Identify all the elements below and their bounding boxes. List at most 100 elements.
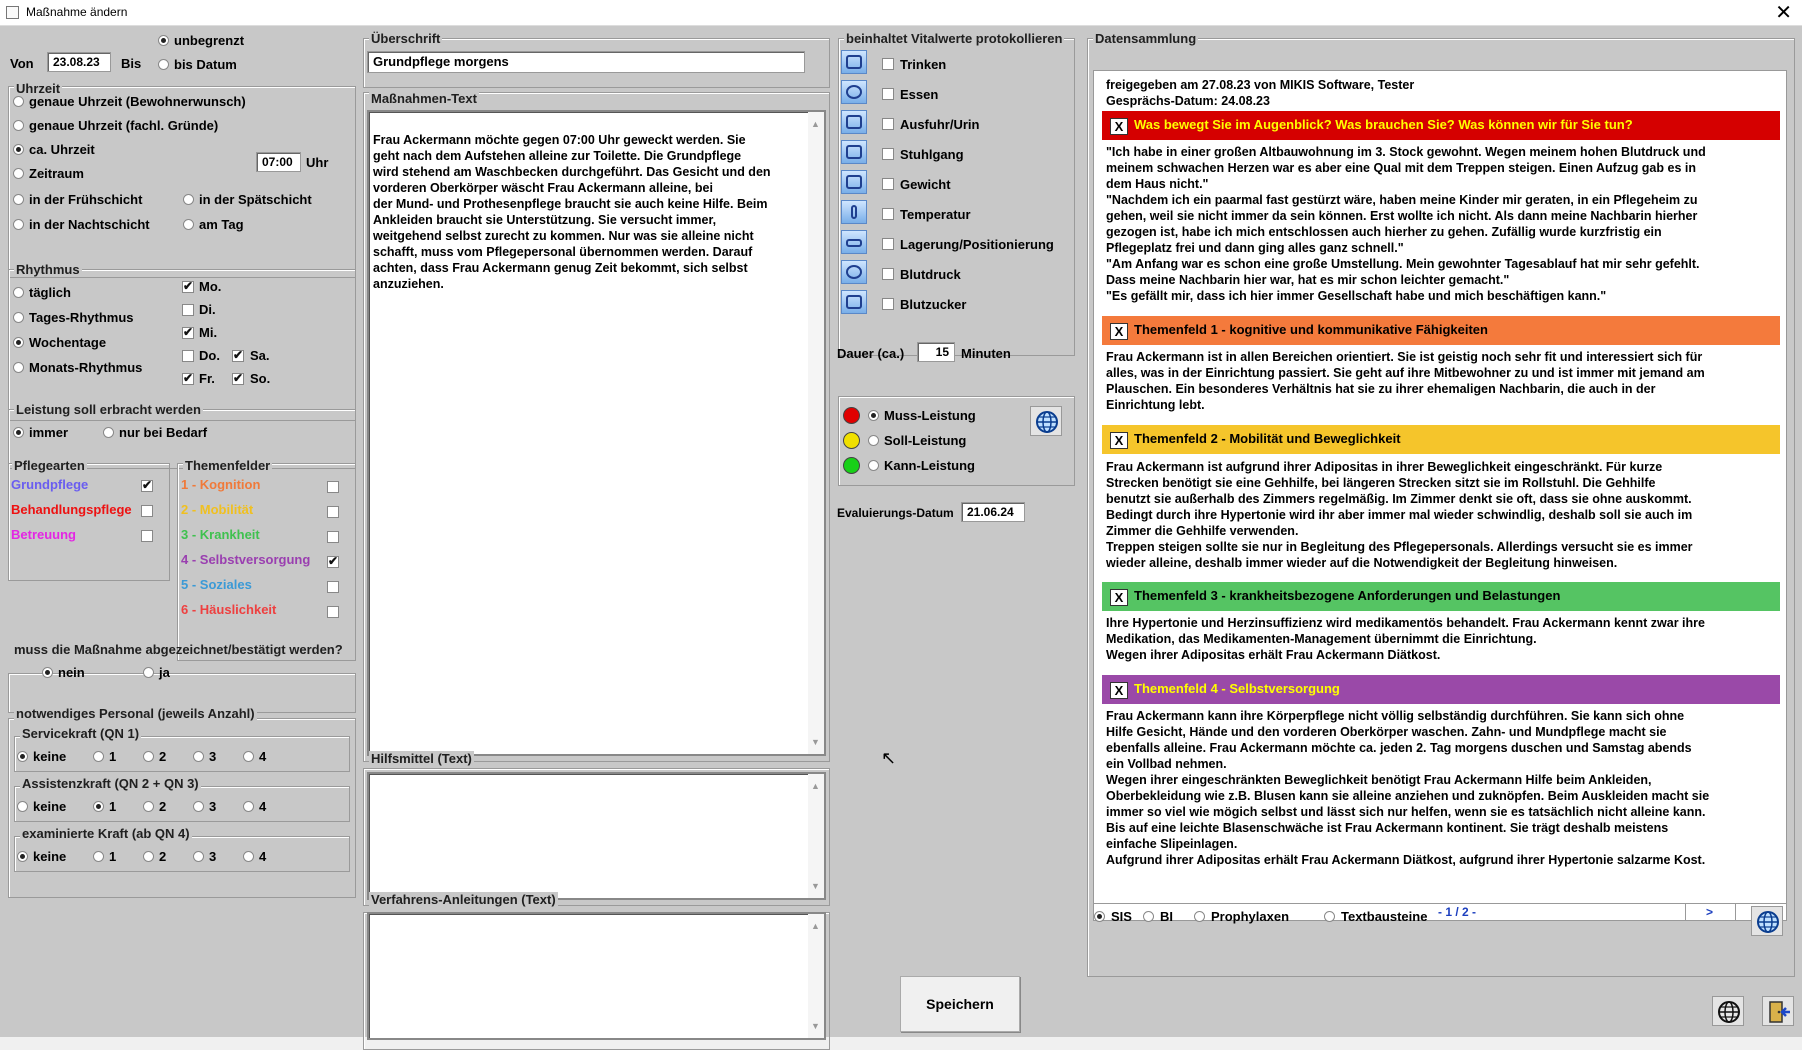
radio-bi[interactable]: [1143, 911, 1154, 922]
toilet-icon: [841, 110, 867, 134]
globe-icon[interactable]: [1751, 906, 1783, 936]
radio-assistenz-4[interactable]: [243, 801, 254, 812]
checkbox-blutdruck[interactable]: [882, 268, 894, 280]
radio-examiniert-1[interactable]: [93, 851, 104, 862]
radio-service-1[interactable]: [93, 751, 104, 762]
examiniert-title: examinierte Kraft (ab QN 4): [20, 826, 192, 841]
label-lagerung: Lagerung/Positionierung: [900, 237, 1054, 252]
remove-icon[interactable]: X: [1110, 323, 1128, 340]
radio-immer[interactable]: [13, 427, 24, 438]
globe-icon[interactable]: [1030, 406, 1062, 436]
label-nachtschicht: in der Nachtschicht: [29, 217, 150, 232]
checkbox-lagerung[interactable]: [882, 238, 894, 250]
massnahmen-scrollbar[interactable]: ▲ ▼: [808, 112, 824, 754]
checkbox-temperatur[interactable]: [882, 208, 894, 220]
radio-nachtschicht[interactable]: [13, 219, 24, 230]
checkbox-t1[interactable]: [327, 481, 339, 493]
radio-assistenz-keine[interactable]: [17, 801, 28, 812]
globe-icon[interactable]: [1712, 996, 1744, 1026]
checkbox-t4[interactable]: [327, 554, 339, 568]
ueberschrift-input[interactable]: Grundpflege morgens: [367, 51, 805, 73]
radio-prophylaxen[interactable]: [1194, 911, 1205, 922]
radio-service-2[interactable]: [143, 751, 154, 762]
radio-zeitraum[interactable]: [13, 168, 24, 179]
radio-assistenz-1[interactable]: [93, 801, 104, 812]
radio-muss[interactable]: [868, 410, 879, 421]
checkbox-grundpflege[interactable]: [141, 478, 153, 492]
checkbox-gewicht[interactable]: [882, 178, 894, 190]
checkbox-so[interactable]: [232, 371, 244, 385]
label-grundpflege: Grundpflege: [11, 477, 89, 492]
checkbox-t3[interactable]: [327, 531, 339, 543]
radio-examiniert-3[interactable]: [193, 851, 204, 862]
massnahmen-textarea[interactable]: Frau Ackermann möchte gegen 07:00 Uhr ge…: [367, 110, 826, 756]
radio-sis[interactable]: [1094, 911, 1105, 922]
time-field[interactable]: 07:00: [256, 152, 301, 172]
checkbox-do[interactable]: [182, 350, 194, 362]
von-date-field[interactable]: 23.08.23: [47, 52, 111, 72]
radio-spaetschicht[interactable]: [183, 194, 194, 205]
radio-fruehschicht[interactable]: [13, 194, 24, 205]
evaluierung-field[interactable]: 21.06.24: [961, 502, 1025, 522]
label-zeitraum: Zeitraum: [29, 166, 84, 181]
radio-examiniert-2[interactable]: [143, 851, 154, 862]
checkbox-behandlungspflege[interactable]: [141, 505, 153, 517]
close-icon[interactable]: ✕: [1775, 0, 1792, 25]
radio-ja[interactable]: [143, 667, 154, 678]
checkbox-t5[interactable]: [327, 581, 339, 593]
remove-icon[interactable]: X: [1110, 432, 1128, 449]
exit-door-icon[interactable]: [1762, 996, 1794, 1026]
checkbox-betreuung[interactable]: [141, 530, 153, 542]
themenfeld-4-text: Frau Ackermann kann ihre Körperpflege ni…: [1106, 709, 1710, 867]
checkbox-blutzucker[interactable]: [882, 298, 894, 310]
radio-textbausteine[interactable]: [1324, 911, 1335, 922]
radio-nur-bedarf[interactable]: [103, 427, 114, 438]
radio-examiniert-4[interactable]: [243, 851, 254, 862]
checkbox-mi[interactable]: [182, 325, 194, 339]
checkbox-mo[interactable]: [182, 279, 194, 293]
checkbox-ausfuhr[interactable]: [882, 118, 894, 130]
radio-service-4[interactable]: [243, 751, 254, 762]
checkbox-essen[interactable]: [882, 88, 894, 100]
dauer-field[interactable]: 15: [917, 342, 955, 362]
radio-bis-datum[interactable]: [158, 59, 169, 70]
radio-soll[interactable]: [868, 435, 879, 446]
radio-am-tag[interactable]: [183, 219, 194, 230]
checkbox-fr[interactable]: [182, 371, 194, 385]
checkbox-trinken[interactable]: [882, 58, 894, 70]
radio-tages-rhythmus[interactable]: [13, 312, 24, 323]
label-assistenz-3: 3: [209, 799, 217, 814]
checkbox-t2[interactable]: [327, 506, 339, 518]
radio-assistenz-2[interactable]: [143, 801, 154, 812]
radio-unbegrenzt[interactable]: [158, 35, 169, 46]
checkbox-sa[interactable]: [232, 348, 244, 362]
radio-service-3[interactable]: [193, 751, 204, 762]
hilfsmittel-textarea[interactable]: ▲ ▼: [367, 772, 826, 900]
radio-assistenz-3[interactable]: [193, 801, 204, 812]
label-sa: Sa.: [250, 348, 270, 363]
next-page-button[interactable]: >: [1706, 905, 1713, 919]
radio-wochentage[interactable]: [13, 337, 24, 348]
radio-monats-rhythmus[interactable]: [13, 362, 24, 373]
verfahren-scrollbar[interactable]: ▲ ▼: [808, 914, 824, 1038]
checkbox-stuhlgang[interactable]: [882, 148, 894, 160]
radio-ca-uhrzeit[interactable]: [13, 144, 24, 155]
save-button[interactable]: Speichern: [900, 976, 1020, 1032]
remove-icon[interactable]: X: [1110, 118, 1128, 135]
radio-genau-bewohner[interactable]: [13, 96, 24, 107]
radio-taeglich[interactable]: [13, 287, 24, 298]
checkbox-di[interactable]: [182, 304, 194, 316]
checkbox-t6[interactable]: [327, 606, 339, 618]
band-themenfeld-2: X Themenfeld 2 - Mobilität und Beweglich…: [1102, 425, 1780, 454]
remove-icon[interactable]: X: [1110, 589, 1128, 606]
radio-service-keine[interactable]: [17, 751, 28, 762]
radio-kann[interactable]: [868, 460, 879, 471]
verfahren-textarea[interactable]: ▲ ▼: [367, 912, 826, 1040]
remove-icon[interactable]: X: [1110, 682, 1128, 699]
radio-nein[interactable]: [42, 667, 53, 678]
gespraechsdatum-text: Gesprächs-Datum: 24.08.23: [1106, 94, 1270, 108]
radio-genau-fachlich[interactable]: [13, 120, 24, 131]
hilfsmittel-scrollbar[interactable]: ▲ ▼: [808, 774, 824, 898]
radio-examiniert-keine[interactable]: [17, 851, 28, 862]
label-genau-bewohner: genaue Uhrzeit (Bewohnerwunsch): [29, 94, 246, 109]
